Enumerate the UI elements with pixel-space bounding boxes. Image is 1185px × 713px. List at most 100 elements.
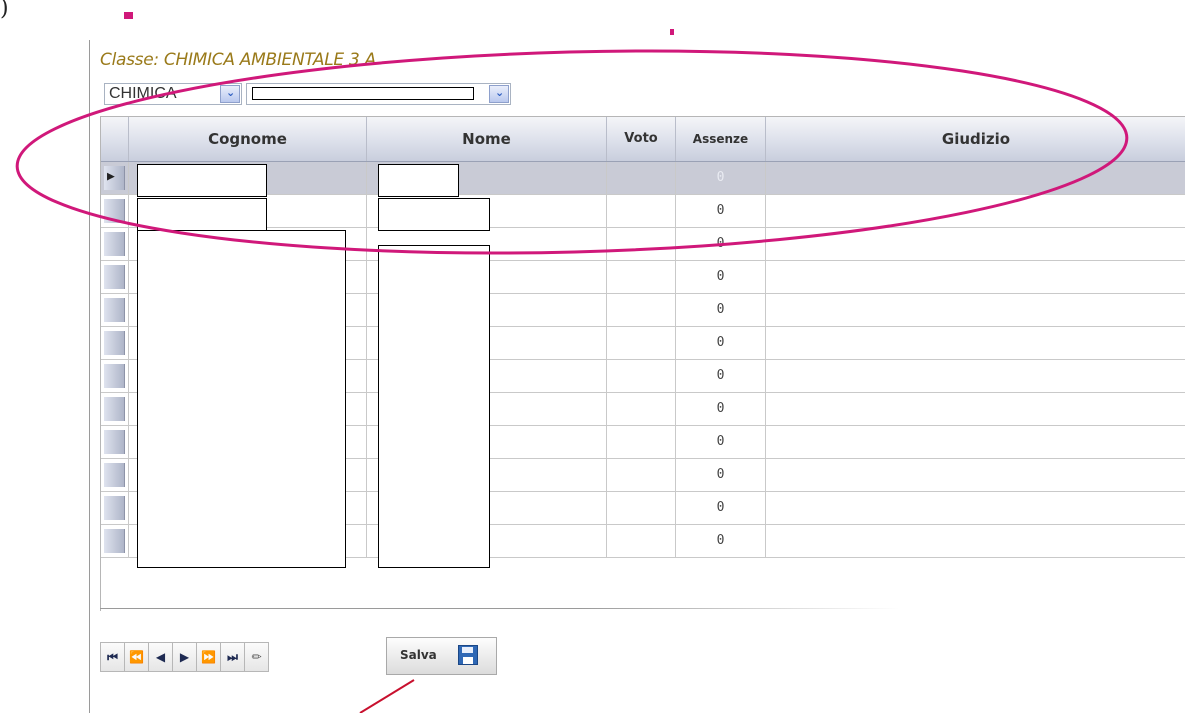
row-handle[interactable] [104,331,125,355]
previous-record-icon[interactable]: ◀ [148,642,173,672]
cell-giudizio[interactable] [766,327,1185,359]
row-selector[interactable] [101,294,129,326]
cell-voto[interactable] [607,294,676,326]
current-row-icon: ▶ [107,169,115,184]
cell-voto[interactable] [607,195,676,227]
row-handle[interactable] [104,364,125,388]
row-handle[interactable] [104,430,125,454]
cell-voto[interactable] [607,426,676,458]
grid-footer-line [100,608,900,609]
cell-giudizio[interactable] [766,492,1185,524]
row-handle[interactable] [104,529,125,553]
cell-giudizio[interactable] [766,228,1185,260]
cell-assenze[interactable]: 0 [676,195,766,227]
cell-assenze[interactable]: 0 [676,294,766,326]
cell-assenze[interactable]: 0 [676,228,766,260]
next-page-icon[interactable]: ⏩ [196,642,221,672]
cell-assenze[interactable]: 0 [676,261,766,293]
pencil-icon[interactable]: ✏ [244,642,269,672]
row-selector[interactable] [101,525,129,557]
row-handle[interactable] [104,199,125,223]
cell-giudizio[interactable] [766,294,1185,326]
cell-assenze[interactable]: 0 [676,162,766,194]
row-handle[interactable] [104,397,125,421]
row-selector[interactable] [101,327,129,359]
first-record-icon[interactable]: ⏮ [100,642,125,672]
redacted-nome [378,198,490,231]
row-selector[interactable]: ▶ [101,162,129,194]
grid-header: Cognome Nome Voto Assenze Giudizio [101,117,1185,162]
last-record-icon[interactable]: ⏭ [220,642,245,672]
cell-voto[interactable] [607,327,676,359]
cell-voto[interactable] [607,162,676,194]
row-selector[interactable] [101,261,129,293]
subject-select-value: CHIMICA [109,85,177,102]
row-selector[interactable] [101,228,129,260]
cell-assenze[interactable]: 0 [676,459,766,491]
cell-giudizio[interactable] [766,426,1185,458]
cell-voto[interactable] [607,459,676,491]
row-handle[interactable] [104,463,125,487]
cell-voto[interactable] [607,360,676,392]
row-handle[interactable] [104,232,125,256]
cell-voto[interactable] [607,228,676,260]
corner-mark: ) [0,0,9,21]
redacted-nome [378,164,459,197]
annotation-dot [670,29,674,35]
cell-assenze[interactable]: 0 [676,525,766,557]
period-dropdown-button[interactable]: ⌄ [489,85,509,103]
column-header-giudizio[interactable]: Giudizio [766,117,1185,161]
row-selector[interactable] [101,459,129,491]
redacted-nome [378,245,490,568]
cell-voto[interactable] [607,261,676,293]
record-navigator: ⏮ ⏪ ◀ ▶ ⏩ ⏭ ✏ [100,642,269,674]
annotation-dot [124,12,133,19]
students-grid: Cognome Nome Voto Assenze Giudizio ▶ 0 0 0 0… [100,116,1185,611]
cell-giudizio[interactable] [766,393,1185,425]
cell-voto[interactable] [607,393,676,425]
column-header-nome[interactable]: Nome [367,117,607,161]
redacted-period-value [252,87,474,100]
redacted-cognome [137,164,267,197]
cell-assenze[interactable]: 0 [676,426,766,458]
cell-giudizio[interactable] [766,162,1185,194]
row-handle[interactable] [104,496,125,520]
cell-giudizio[interactable] [766,195,1185,227]
row-handle[interactable] [104,265,125,289]
row-selector[interactable] [101,492,129,524]
cell-assenze[interactable]: 0 [676,393,766,425]
subject-select[interactable]: CHIMICA ⌄ [104,83,242,105]
row-selector[interactable] [101,360,129,392]
redacted-cognome [137,230,346,568]
cell-giudizio[interactable] [766,261,1185,293]
next-record-icon[interactable]: ▶ [172,642,197,672]
cell-giudizio[interactable] [766,360,1185,392]
row-selector-header [101,117,129,161]
save-button-label: Salva [400,648,437,662]
cell-assenze[interactable]: 0 [676,327,766,359]
column-header-voto[interactable]: Voto [607,117,676,161]
subject-dropdown-button[interactable]: ⌄ [220,85,240,103]
panel-border [89,40,90,713]
previous-page-icon[interactable]: ⏪ [124,642,149,672]
row-selector[interactable] [101,195,129,227]
row-handle[interactable] [104,298,125,322]
period-select[interactable]: ⌄ [246,83,511,105]
class-title: Classe: CHIMICA AMBIENTALE 3 A [100,50,376,70]
redacted-cognome [137,198,267,231]
save-button[interactable]: Salva [386,637,497,675]
cell-giudizio[interactable] [766,459,1185,491]
cell-giudizio[interactable] [766,525,1185,557]
chevron-down-icon: ⌄ [495,86,505,99]
cell-assenze[interactable]: 0 [676,360,766,392]
chevron-down-icon: ⌄ [226,86,236,99]
cell-voto[interactable] [607,492,676,524]
floppy-disk-icon [458,645,478,665]
row-selector[interactable] [101,426,129,458]
column-header-assenze[interactable]: Assenze [676,117,766,161]
row-selector[interactable] [101,393,129,425]
cell-voto[interactable] [607,525,676,557]
annotation-arrow [359,679,415,713]
cell-assenze[interactable]: 0 [676,492,766,524]
column-header-cognome[interactable]: Cognome [129,117,367,161]
